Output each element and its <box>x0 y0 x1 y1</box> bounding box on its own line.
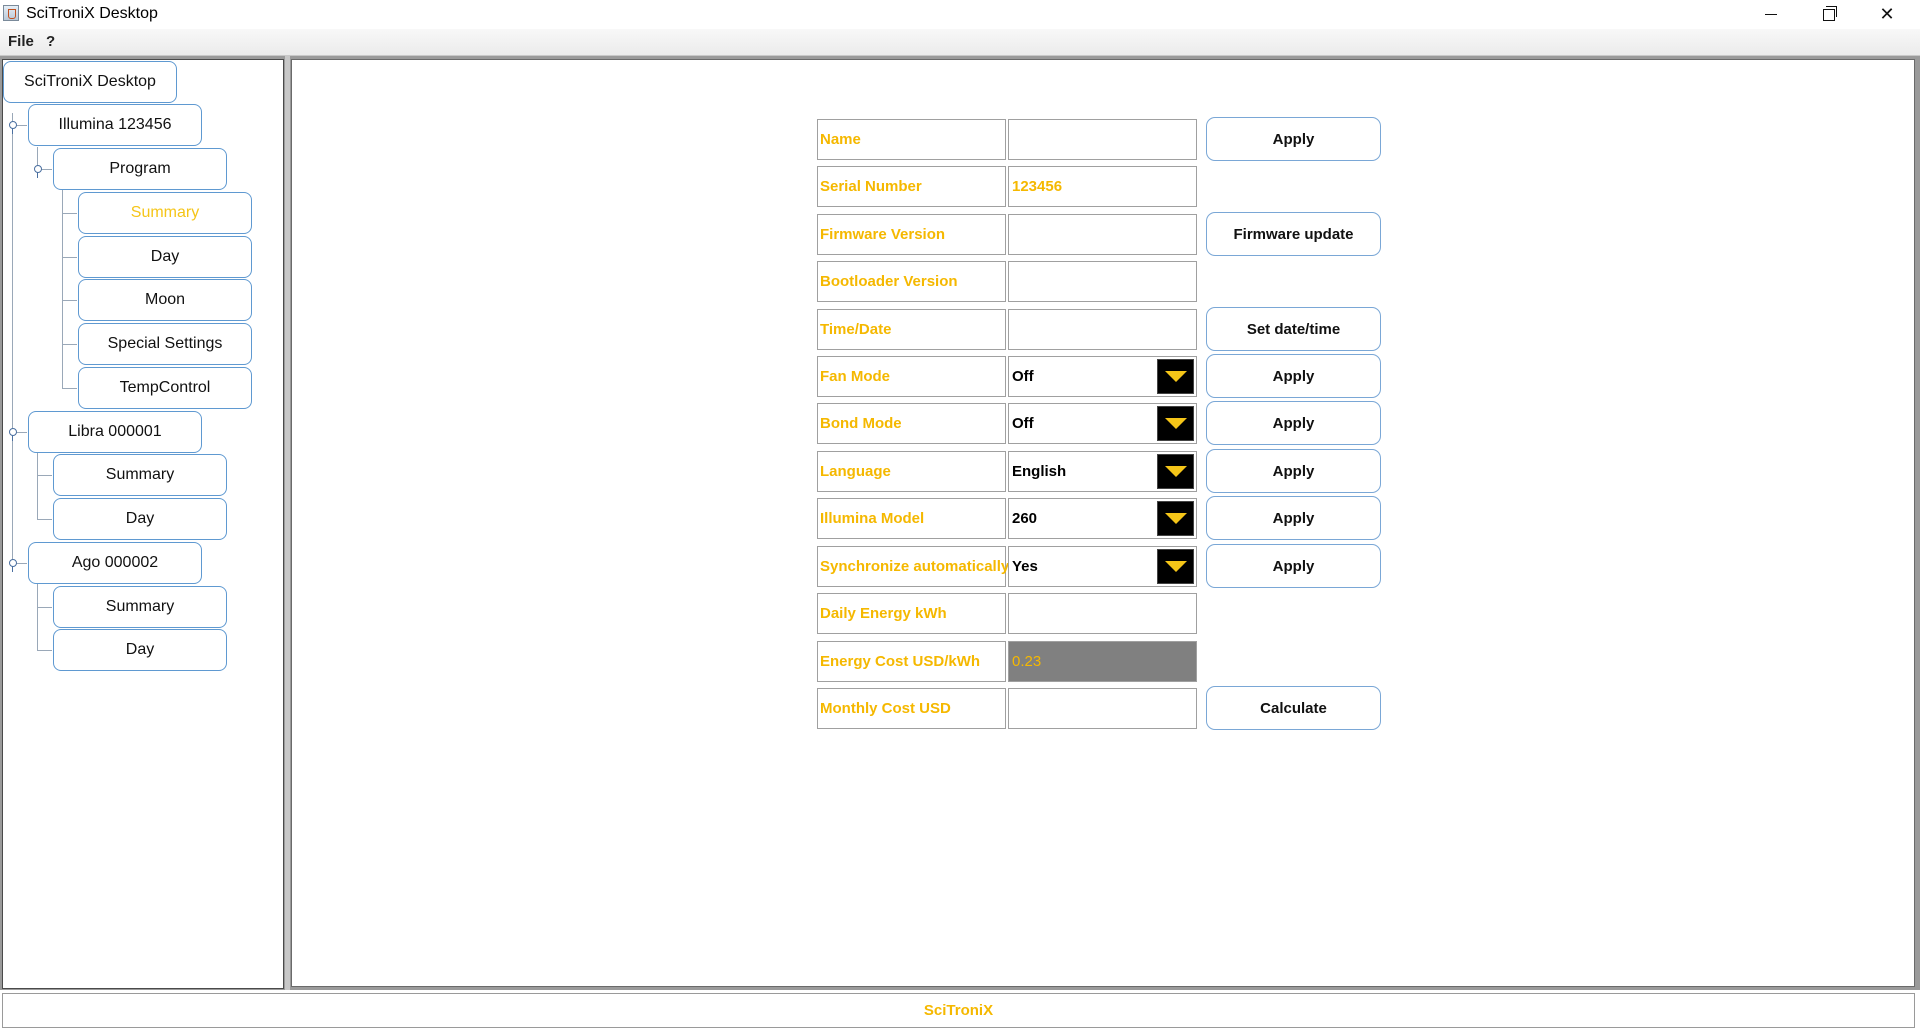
bond-mode-value: Off <box>1012 415 1034 432</box>
tree-node-libra[interactable]: Libra 000001 <box>28 411 202 453</box>
close-icon: ✕ <box>1879 4 1895 24</box>
monthly-cost-label: Monthly Cost USD <box>817 688 1006 729</box>
tree-line <box>62 190 63 388</box>
tree-expand-handle[interactable] <box>9 428 17 441</box>
tree-node-illumina[interactable]: Illumina 123456 <box>28 104 202 146</box>
tree-line <box>12 113 13 565</box>
restore-icon <box>1823 5 1837 21</box>
synchronize-label: Synchronize automatically <box>817 546 1009 587</box>
tree-line <box>37 584 38 651</box>
app-icon <box>3 5 19 21</box>
serial-number-field: 123456 <box>1008 166 1197 207</box>
tree-line <box>62 388 77 389</box>
chevron-down-icon[interactable] <box>1157 359 1194 394</box>
tree-node-libra-summary[interactable]: Summary <box>53 454 227 496</box>
tree-node-program-summary[interactable]: Summary <box>78 192 252 234</box>
menu-help[interactable]: ? <box>46 33 55 50</box>
tree-node-program-tempcontrol[interactable]: TempControl <box>78 367 252 409</box>
tree-expand-handle[interactable] <box>9 559 17 572</box>
tree-line <box>62 300 77 301</box>
name-field[interactable] <box>1008 119 1197 160</box>
bootloader-version-label: Bootloader Version <box>817 261 1006 302</box>
tree-node-program-special-settings[interactable]: Special Settings <box>78 323 252 365</box>
fan-mode-select[interactable]: Off <box>1008 356 1197 397</box>
tree-expand-handle[interactable] <box>34 165 42 178</box>
restore-button[interactable] <box>1800 0 1858 29</box>
tree-node-program-day[interactable]: Day <box>78 236 252 278</box>
bond-mode-select[interactable]: Off <box>1008 403 1197 444</box>
tree-line <box>37 519 52 520</box>
apply-synchronize-button[interactable]: Apply <box>1206 544 1381 588</box>
bond-mode-label: Bond Mode <box>817 403 1006 444</box>
energy-cost-field: 0.23 <box>1008 641 1197 682</box>
chevron-down-icon[interactable] <box>1157 454 1194 489</box>
tree-node-ago-day[interactable]: Day <box>53 629 227 671</box>
tree-node-libra-day[interactable]: Day <box>53 498 227 540</box>
daily-energy-field[interactable] <box>1008 593 1197 634</box>
tree-line <box>37 453 38 520</box>
time-date-field <box>1008 309 1197 350</box>
synchronize-select[interactable]: Yes <box>1008 546 1197 587</box>
language-select[interactable]: English <box>1008 451 1197 492</box>
fan-mode-value: Off <box>1012 368 1034 385</box>
apply-fan-mode-button[interactable]: Apply <box>1206 354 1381 398</box>
illumina-model-value: 260 <box>1012 510 1038 527</box>
name-label: Name <box>817 119 1006 160</box>
time-date-label: Time/Date <box>817 309 1006 350</box>
energy-cost-label: Energy Cost USD/kWh <box>817 641 1006 682</box>
panel-splitter[interactable] <box>285 56 290 990</box>
tree-line <box>62 213 77 214</box>
tree-node-ago[interactable]: Ago 000002 <box>28 542 202 584</box>
apply-bond-mode-button[interactable]: Apply <box>1206 401 1381 445</box>
status-text: SciTroniX <box>923 1002 994 1019</box>
minimize-button[interactable] <box>1742 0 1800 29</box>
fan-mode-label: Fan Mode <box>817 356 1006 397</box>
tree-line <box>37 650 52 651</box>
tree-line <box>37 607 52 608</box>
firmware-version-field <box>1008 214 1197 255</box>
calculate-button[interactable]: Calculate <box>1206 686 1381 730</box>
chevron-down-icon[interactable] <box>1157 406 1194 441</box>
synchronize-value: Yes <box>1012 558 1038 575</box>
firmware-version-label: Firmware Version <box>817 214 1006 255</box>
chevron-down-icon[interactable] <box>1157 549 1194 584</box>
tree-line <box>62 257 77 258</box>
tree-node-program-moon[interactable]: Moon <box>78 279 252 321</box>
apply-name-button[interactable]: Apply <box>1206 117 1381 161</box>
firmware-update-button[interactable]: Firmware update <box>1206 212 1381 256</box>
tree-line <box>37 475 52 476</box>
language-label: Language <box>817 451 1006 492</box>
minimize-icon <box>1765 14 1777 15</box>
tree-line <box>62 344 77 345</box>
monthly-cost-field <box>1008 688 1197 729</box>
tree-node-root[interactable]: SciTroniX Desktop <box>3 61 177 103</box>
chevron-down-icon[interactable] <box>1157 501 1194 536</box>
serial-number-label: Serial Number <box>817 166 1006 207</box>
bootloader-version-field <box>1008 261 1197 302</box>
tree-expand-handle[interactable] <box>9 121 17 134</box>
daily-energy-label: Daily Energy kWh <box>817 593 1006 634</box>
apply-language-button[interactable]: Apply <box>1206 449 1381 493</box>
illumina-model-select[interactable]: 260 <box>1008 498 1197 539</box>
menu-bar: File ? <box>0 29 1920 56</box>
close-button[interactable]: ✕ <box>1858 0 1916 29</box>
status-bar: SciTroniX <box>2 993 1915 1028</box>
menu-file[interactable]: File <box>8 33 34 50</box>
title-bar: SciTroniX Desktop ✕ <box>0 0 1920 29</box>
tree-node-program[interactable]: Program <box>53 148 227 190</box>
illumina-model-label: Illumina Model <box>817 498 1006 539</box>
apply-illumina-model-button[interactable]: Apply <box>1206 496 1381 540</box>
set-date-time-button[interactable]: Set date/time <box>1206 307 1381 351</box>
window-title: SciTroniX Desktop <box>26 5 158 22</box>
language-value: English <box>1012 463 1067 480</box>
tree-node-ago-summary[interactable]: Summary <box>53 586 227 628</box>
